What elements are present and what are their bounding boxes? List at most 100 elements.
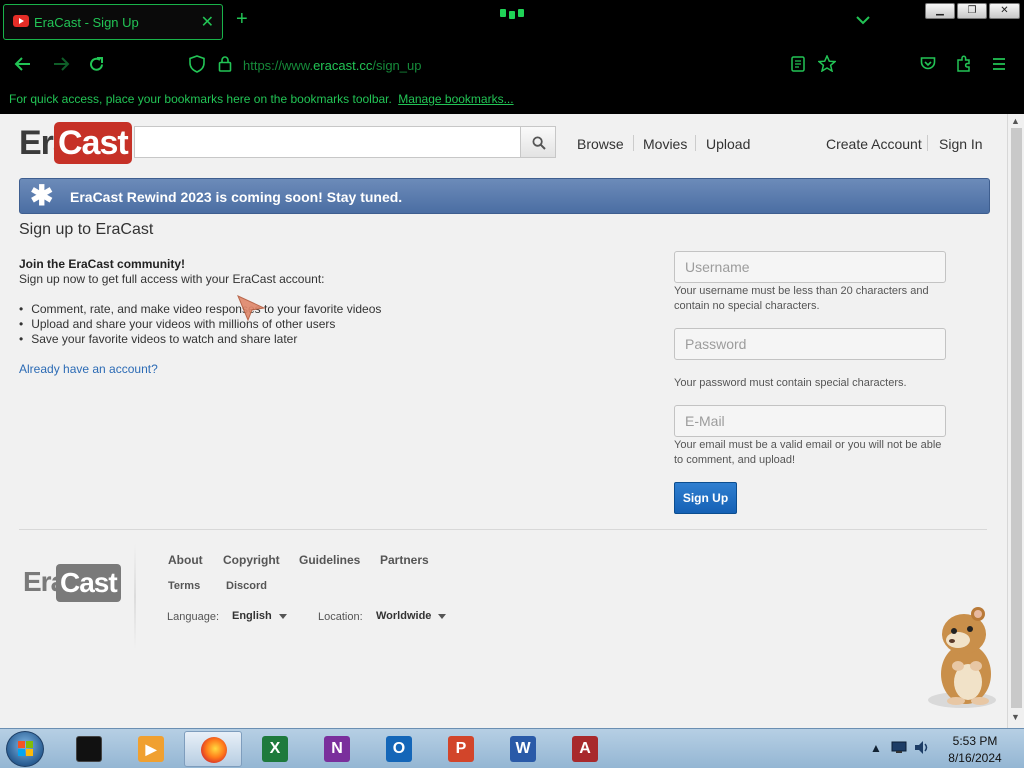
taskbar-access-app[interactable]: A	[556, 731, 614, 767]
benefit-item: Save your favorite videos to watch and s…	[19, 332, 381, 347]
reload-icon[interactable]	[88, 56, 105, 76]
location-value: Worldwide	[376, 610, 432, 622]
bookmarks-hint: For quick access, place your bookmarks h…	[9, 92, 392, 106]
bookmark-star-icon[interactable]	[817, 54, 837, 75]
scroll-up-arrow-icon[interactable]: ▲	[1011, 116, 1020, 126]
forward-arrow-icon[interactable]	[52, 56, 70, 75]
language-select[interactable]: English	[232, 610, 287, 622]
bookmarks-toolbar: For quick access, place your bookmarks h…	[0, 86, 1024, 114]
taskbar-excel-app[interactable]: X	[246, 731, 304, 767]
nav-browse-link[interactable]: Browse	[577, 136, 624, 152]
announcement-banner: ✱ EraCast Rewind 2023 is coming soon! St…	[19, 178, 990, 214]
footer-vertical-divider	[134, 544, 136, 649]
taskbar-black-box-app[interactable]	[60, 731, 118, 767]
access-icon: A	[572, 736, 598, 762]
restore-window-button[interactable]: ❐	[957, 3, 987, 19]
volume-speaker-icon[interactable]	[914, 740, 930, 758]
pocket-icon[interactable]	[920, 56, 936, 74]
taskbar-firefox-app[interactable]	[184, 731, 242, 767]
extensions-puzzle-icon[interactable]	[956, 55, 972, 75]
logo-cast-text: Cast	[54, 122, 132, 164]
caret-down-icon	[278, 613, 287, 619]
tracking-protection-shield-icon[interactable]	[189, 55, 205, 76]
banner-text: EraCast Rewind 2023 is coming soon! Stay…	[70, 189, 403, 205]
footer-divider	[19, 529, 987, 530]
tab-title: EraCast - Sign Up	[34, 15, 139, 30]
search-button[interactable]	[520, 126, 556, 158]
media-player-icon: ▶	[138, 736, 164, 762]
footer-link-about[interactable]: About	[168, 553, 203, 567]
url-host: eracast.cc	[313, 58, 373, 73]
reader-view-icon[interactable]	[791, 56, 805, 75]
benefit-item: Comment, rate, and make video responses …	[19, 302, 381, 317]
excel-icon: X	[262, 736, 288, 762]
nav-movies-link[interactable]: Movies	[643, 136, 687, 152]
footer-link-copyright[interactable]: Copyright	[223, 553, 280, 567]
outlook-icon: O	[386, 736, 412, 762]
show-hidden-icons-arrow-icon[interactable]: ▲	[870, 741, 882, 755]
page-scrollbar[interactable]: ▲ ▼	[1007, 114, 1024, 728]
minimize-window-button[interactable]: ▁	[925, 3, 955, 19]
hamster-mascot-icon	[928, 607, 996, 708]
close-tab-icon[interactable]: ✕	[201, 12, 214, 32]
language-label: Language:	[167, 611, 219, 623]
username-field[interactable]	[674, 251, 946, 283]
clock-time[interactable]: 5:53 PM	[940, 734, 1010, 748]
page-title: Sign up to EraCast	[19, 221, 154, 238]
intro-title: Join the EraCast community!	[19, 257, 186, 271]
taskbar-word-app[interactable]: W	[494, 731, 552, 767]
address-bar[interactable]: https://www.eracast.cc/sign_up	[243, 58, 421, 73]
network-monitor-icon[interactable]	[891, 741, 907, 757]
email-hint: Your email must be a valid email or you …	[674, 439, 942, 466]
taskbar-powerpoint-app[interactable]: P	[432, 731, 490, 767]
footer-link-terms[interactable]: Terms	[168, 580, 200, 592]
theme-decoration-icon	[497, 5, 527, 19]
onenote-icon: N	[324, 736, 350, 762]
url-path: /sign_up	[372, 58, 422, 73]
browser-tab-bar: EraCast - Sign Up ✕ + ▁ ❐ ✕	[0, 0, 1024, 44]
windows-taskbar: ▶ X N O P W A ▲ 5:53 PM 8/16/2024	[0, 728, 1024, 768]
padlock-icon[interactable]	[218, 55, 232, 75]
email-field[interactable]	[674, 405, 946, 437]
password-field[interactable]	[674, 328, 946, 360]
footer-link-discord[interactable]: Discord	[226, 580, 267, 592]
location-select[interactable]: Worldwide	[376, 610, 447, 622]
close-window-button[interactable]: ✕	[989, 3, 1020, 19]
footer-link-guidelines[interactable]: Guidelines	[299, 553, 360, 567]
sign-in-link[interactable]: Sign In	[939, 136, 983, 152]
benefit-item: Upload and share your videos with millio…	[19, 317, 381, 332]
asterisk-star-icon: ✱	[30, 180, 54, 211]
language-value: English	[232, 610, 272, 622]
nav-separator	[927, 135, 928, 151]
sign-up-button[interactable]: Sign Up	[674, 482, 737, 514]
black-box-app-icon	[76, 736, 102, 762]
taskbar-media-player-app[interactable]: ▶	[122, 731, 180, 767]
start-button[interactable]	[6, 731, 44, 767]
browser-nav-bar: https://www.eracast.cc/sign_up	[0, 44, 1024, 86]
new-tab-icon[interactable]: +	[236, 9, 248, 29]
taskbar-outlook-app[interactable]: O	[370, 731, 428, 767]
menu-hamburger-icon[interactable]	[992, 56, 1006, 74]
scrollbar-thumb[interactable]	[1011, 128, 1022, 708]
search-icon	[532, 136, 546, 150]
browser-tab[interactable]: EraCast - Sign Up ✕	[3, 4, 223, 40]
password-hint: Your password must contain special chara…	[674, 377, 907, 389]
already-have-account-link[interactable]: Already have an account?	[19, 362, 158, 376]
list-tabs-chevron-down-icon[interactable]	[856, 12, 870, 28]
clock-date[interactable]: 8/16/2024	[940, 751, 1010, 765]
benefits-list: Comment, rate, and make video responses …	[19, 302, 381, 347]
nav-separator	[695, 135, 696, 151]
footer-link-partners[interactable]: Partners	[380, 553, 429, 567]
scroll-down-arrow-icon[interactable]: ▼	[1011, 712, 1020, 722]
create-account-link[interactable]: Create Account	[826, 136, 922, 152]
mouse-cursor-icon	[237, 295, 266, 322]
word-icon: W	[510, 736, 536, 762]
taskbar-onenote-app[interactable]: N	[308, 731, 366, 767]
powerpoint-icon: P	[448, 736, 474, 762]
username-hint: Your username must be less than 20 chara…	[674, 285, 929, 312]
nav-upload-link[interactable]: Upload	[706, 136, 750, 152]
back-arrow-icon[interactable]	[14, 56, 32, 75]
search-input[interactable]	[134, 126, 521, 158]
intro-subtitle: Sign up now to get full access with your…	[19, 272, 325, 286]
manage-bookmarks-link[interactable]: Manage bookmarks...	[398, 92, 513, 106]
